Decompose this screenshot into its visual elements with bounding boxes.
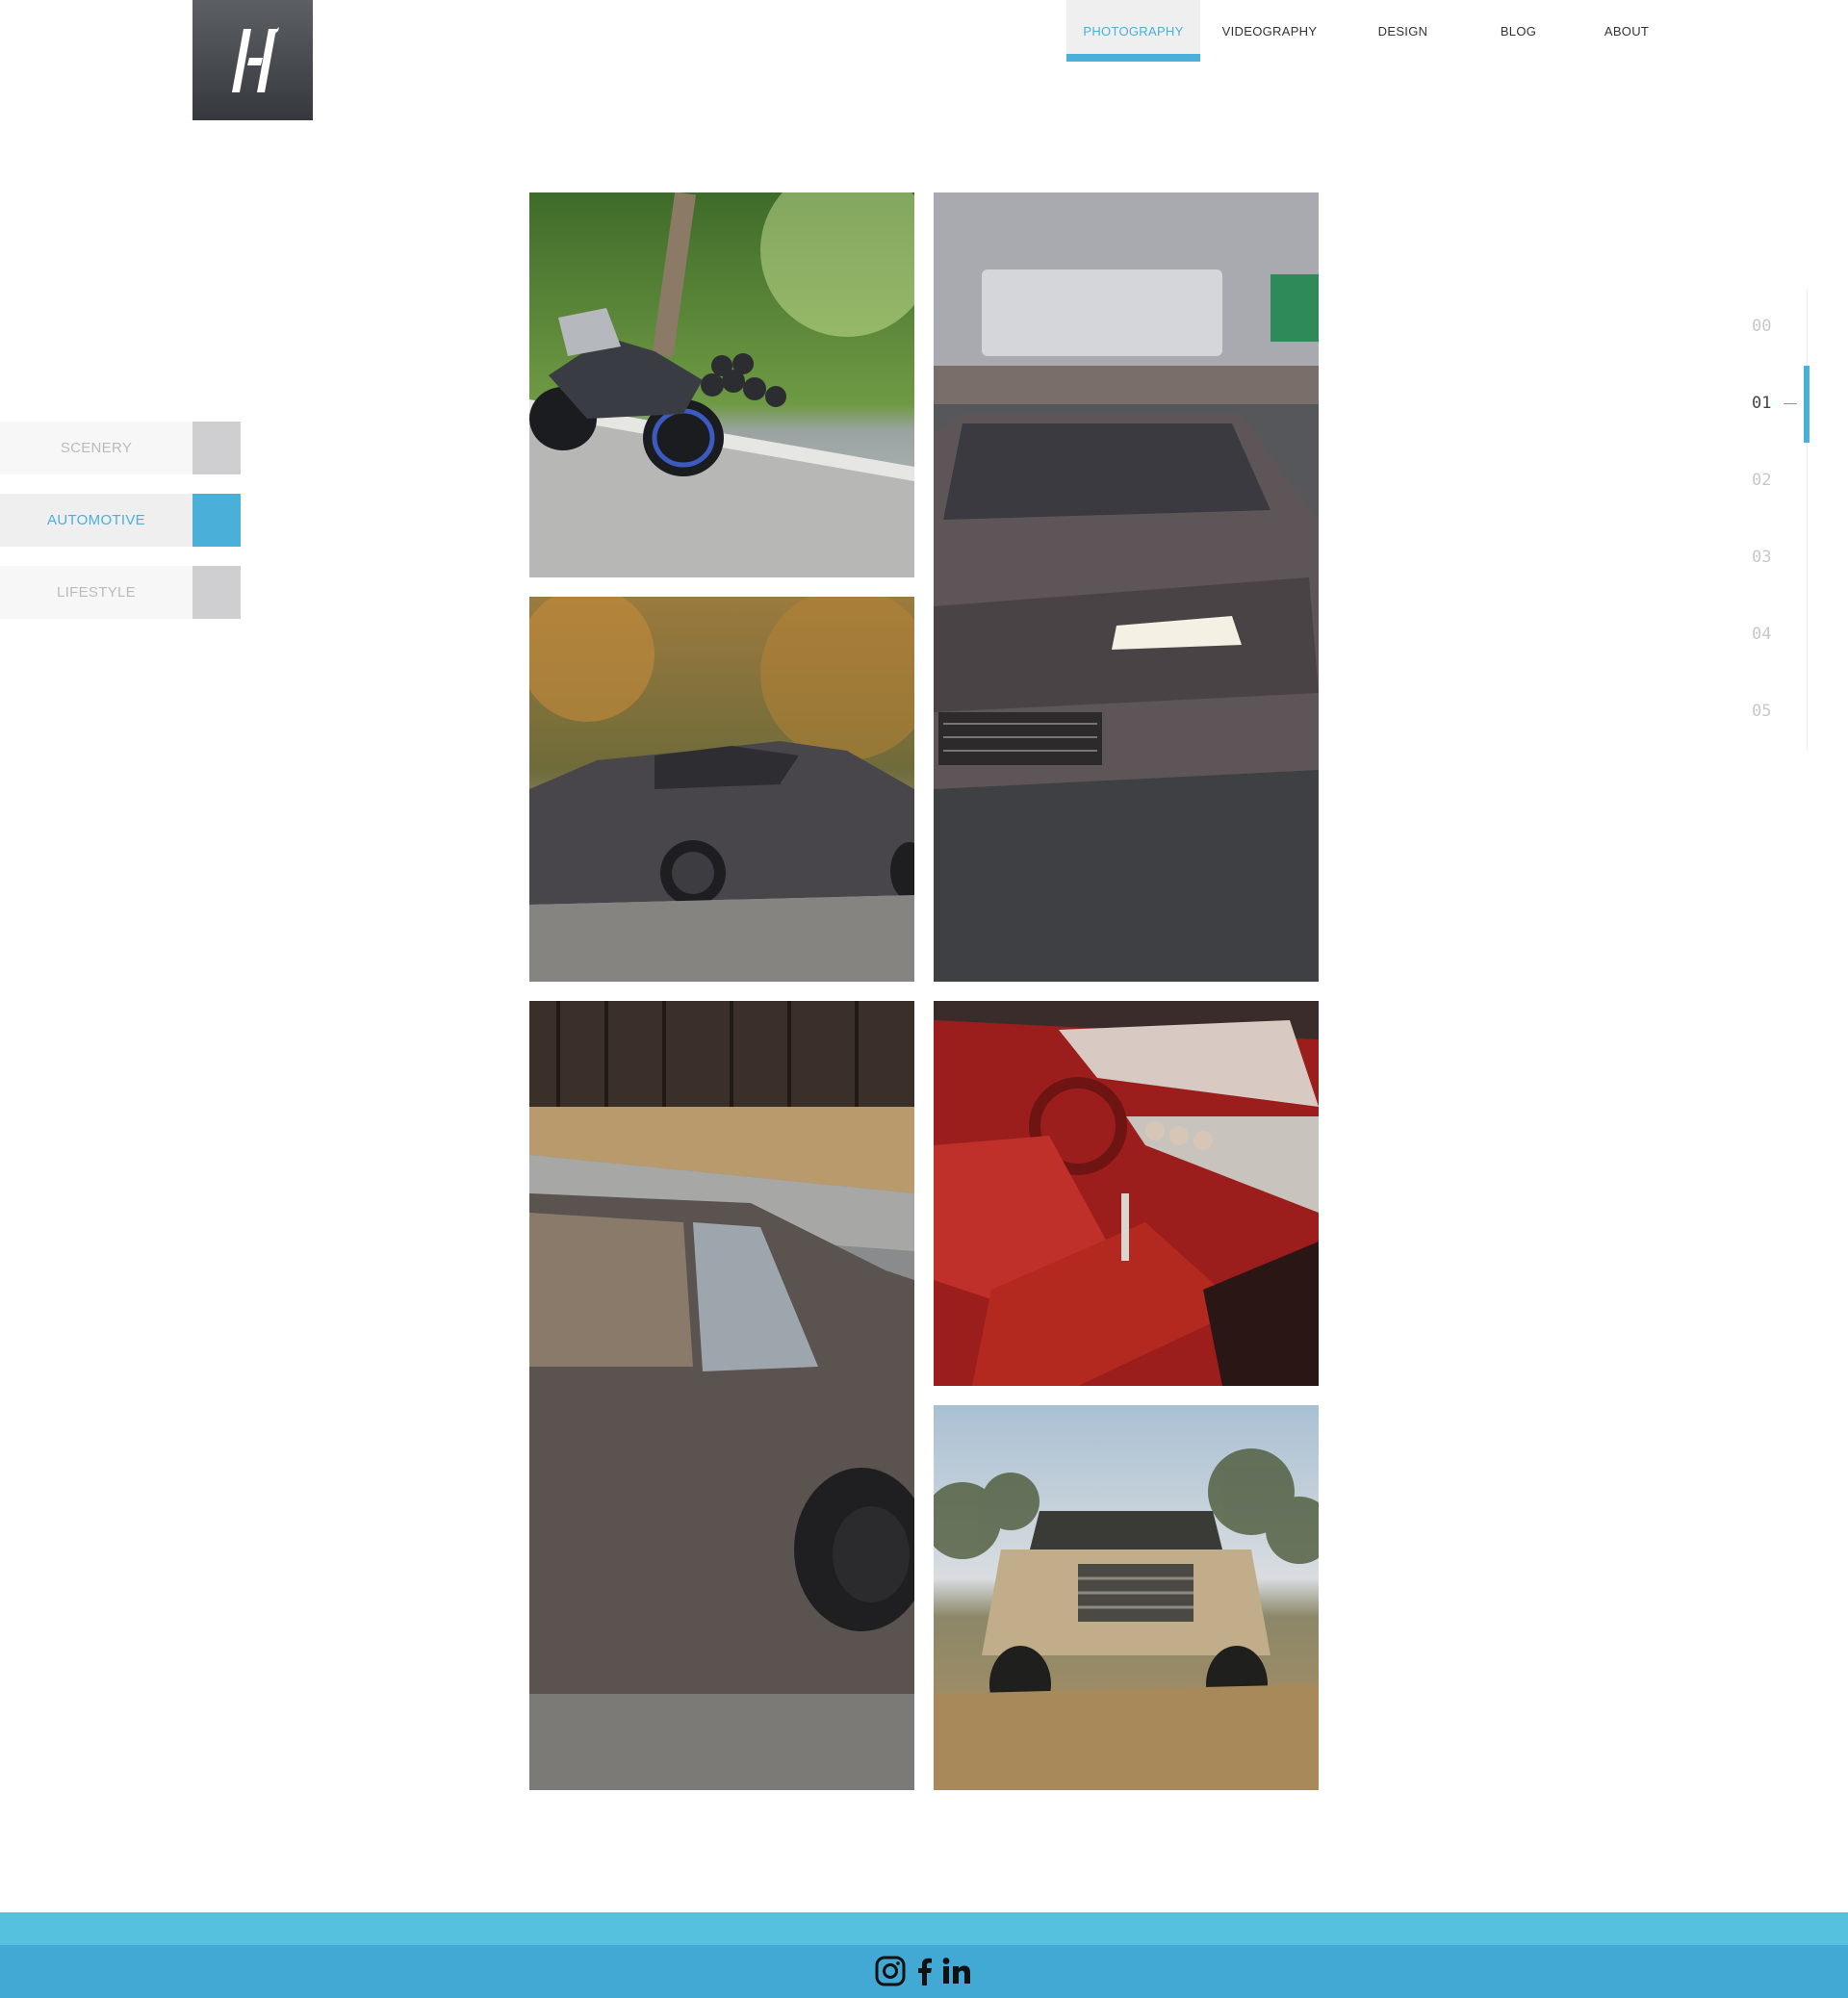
linkedin-icon — [942, 1958, 970, 1984]
logo-mark-icon — [231, 26, 279, 92]
nav-photography[interactable]: PHOTOGRAPHY — [1066, 0, 1200, 62]
gallery-photo-pickup-truck[interactable] — [934, 1405, 1319, 1790]
facebook-link[interactable] — [914, 1954, 934, 1988]
pager-item-00[interactable]: 00 — [1752, 317, 1790, 336]
nav-about[interactable]: ABOUT — [1578, 0, 1675, 62]
gallery-photo-motorcycle[interactable] — [529, 192, 914, 577]
linkedin-link[interactable] — [941, 1954, 972, 1988]
category-automotive[interactable]: AUTOMOTIVE — [0, 494, 241, 547]
gallery-photo-red-interior[interactable] — [934, 1001, 1319, 1386]
category-swatch — [192, 566, 241, 619]
instagram-icon — [875, 1956, 906, 1986]
gallery-photo-suv[interactable] — [529, 1001, 914, 1790]
red-interior-photo-image — [934, 1001, 1319, 1386]
pager-item-04[interactable]: 04 — [1752, 625, 1790, 644]
drift-car-photo-image — [934, 192, 1319, 982]
category-scenery[interactable]: SCENERY — [0, 422, 241, 474]
instagram-link[interactable] — [874, 1954, 907, 1988]
pager-item-03[interactable]: 03 — [1752, 548, 1790, 567]
category-label: AUTOMOTIVE — [0, 494, 192, 547]
category-lifestyle[interactable]: LIFESTYLE — [0, 566, 241, 619]
site-logo[interactable] — [192, 0, 313, 120]
pickup-truck-photo-image — [934, 1405, 1319, 1790]
nav-blog[interactable]: BLOG — [1473, 0, 1564, 62]
nav-design[interactable]: DESIGN — [1352, 0, 1453, 62]
pager-item-01[interactable]: 01 — [1752, 394, 1790, 413]
category-swatch — [192, 494, 241, 547]
nav-videography[interactable]: VIDEOGRAPHY — [1211, 0, 1328, 62]
pager-item-02[interactable]: 02 — [1752, 471, 1790, 490]
grey-coupe-photo-image — [529, 597, 914, 982]
pager-item-05[interactable]: 05 — [1752, 702, 1790, 721]
pager-track — [1807, 289, 1808, 751]
suv-photo-image — [529, 1001, 914, 1790]
facebook-icon — [918, 1958, 932, 1985]
category-swatch — [192, 422, 241, 474]
motorcycle-photo-image — [529, 192, 914, 577]
category-label: LIFESTYLE — [0, 566, 192, 619]
gallery-photo-drift-car[interactable] — [934, 192, 1319, 982]
pager-active-indicator — [1804, 366, 1810, 443]
footer-band — [0, 1912, 1848, 1945]
gallery-photo-grey-coupe[interactable] — [529, 597, 914, 982]
category-label: SCENERY — [0, 422, 192, 474]
